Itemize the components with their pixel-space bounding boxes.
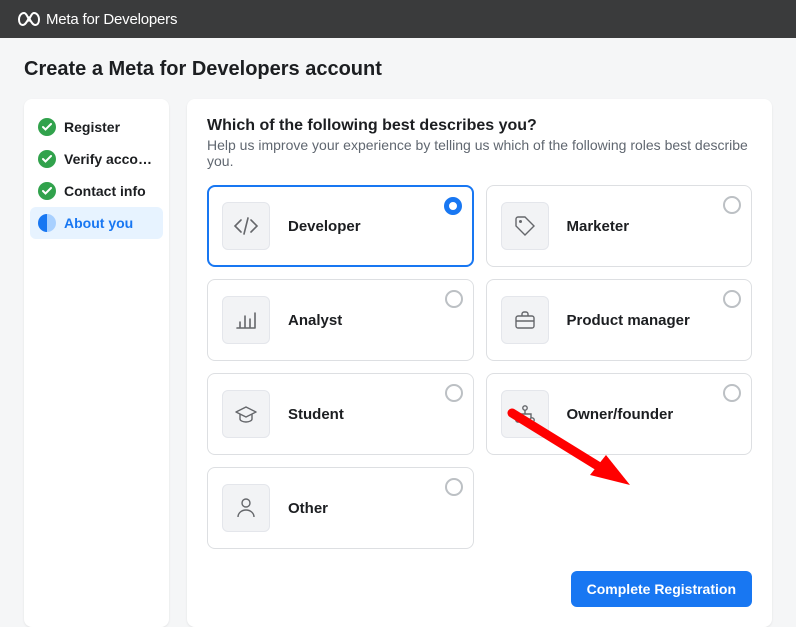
radio-icon (444, 197, 462, 215)
role-other[interactable]: Other (207, 467, 474, 549)
question-title: Which of the following best describes yo… (207, 117, 752, 135)
step-contact-info[interactable]: Contact info (30, 175, 163, 207)
topbar: Meta for Developers (0, 0, 796, 38)
person-icon (222, 484, 270, 532)
footer: Complete Registration (207, 571, 752, 607)
radio-icon (445, 384, 463, 402)
radio-icon (723, 290, 741, 308)
role-label: Analyst (288, 312, 342, 329)
role-grid: Developer Marketer Analyst (207, 185, 752, 549)
complete-registration-button[interactable]: Complete Registration (571, 571, 752, 607)
role-developer[interactable]: Developer (207, 185, 474, 267)
brand-text: Meta for Developers (46, 11, 177, 28)
briefcase-icon (501, 296, 549, 344)
step-register[interactable]: Register (30, 111, 163, 143)
role-product-manager[interactable]: Product manager (486, 279, 753, 361)
layout: Register Verify acco… Contact info About… (24, 99, 772, 627)
role-label: Product manager (567, 312, 690, 329)
check-circle-icon (38, 182, 56, 200)
check-circle-icon (38, 150, 56, 168)
brand[interactable]: Meta for Developers (18, 11, 177, 28)
role-owner-founder[interactable]: Owner/founder (486, 373, 753, 455)
role-label: Other (288, 500, 328, 517)
code-icon (222, 202, 270, 250)
progress-circle-icon (38, 214, 56, 232)
sidebar: Register Verify acco… Contact info About… (24, 99, 169, 627)
step-label: About you (64, 215, 133, 231)
role-label: Developer (288, 218, 361, 235)
step-label: Register (64, 119, 120, 135)
step-about-you[interactable]: About you (30, 207, 163, 239)
radio-icon (445, 478, 463, 496)
radio-icon (723, 384, 741, 402)
role-label: Marketer (567, 218, 630, 235)
radio-icon (723, 196, 741, 214)
graduation-cap-icon (222, 390, 270, 438)
page-title: Create a Meta for Developers account (24, 58, 772, 81)
step-label: Contact info (64, 183, 146, 199)
content: Create a Meta for Developers account Reg… (0, 38, 796, 627)
role-student[interactable]: Student (207, 373, 474, 455)
role-analyst[interactable]: Analyst (207, 279, 474, 361)
check-circle-icon (38, 118, 56, 136)
step-label: Verify acco… (64, 151, 152, 167)
question-subtitle: Help us improve your experience by telli… (207, 137, 752, 169)
meta-logo-icon (18, 12, 40, 26)
hierarchy-icon (501, 390, 549, 438)
chart-icon (222, 296, 270, 344)
role-label: Student (288, 406, 344, 423)
radio-icon (445, 290, 463, 308)
role-label: Owner/founder (567, 406, 674, 423)
main-panel: Which of the following best describes yo… (187, 99, 772, 627)
step-verify-account[interactable]: Verify acco… (30, 143, 163, 175)
role-marketer[interactable]: Marketer (486, 185, 753, 267)
tag-icon (501, 202, 549, 250)
